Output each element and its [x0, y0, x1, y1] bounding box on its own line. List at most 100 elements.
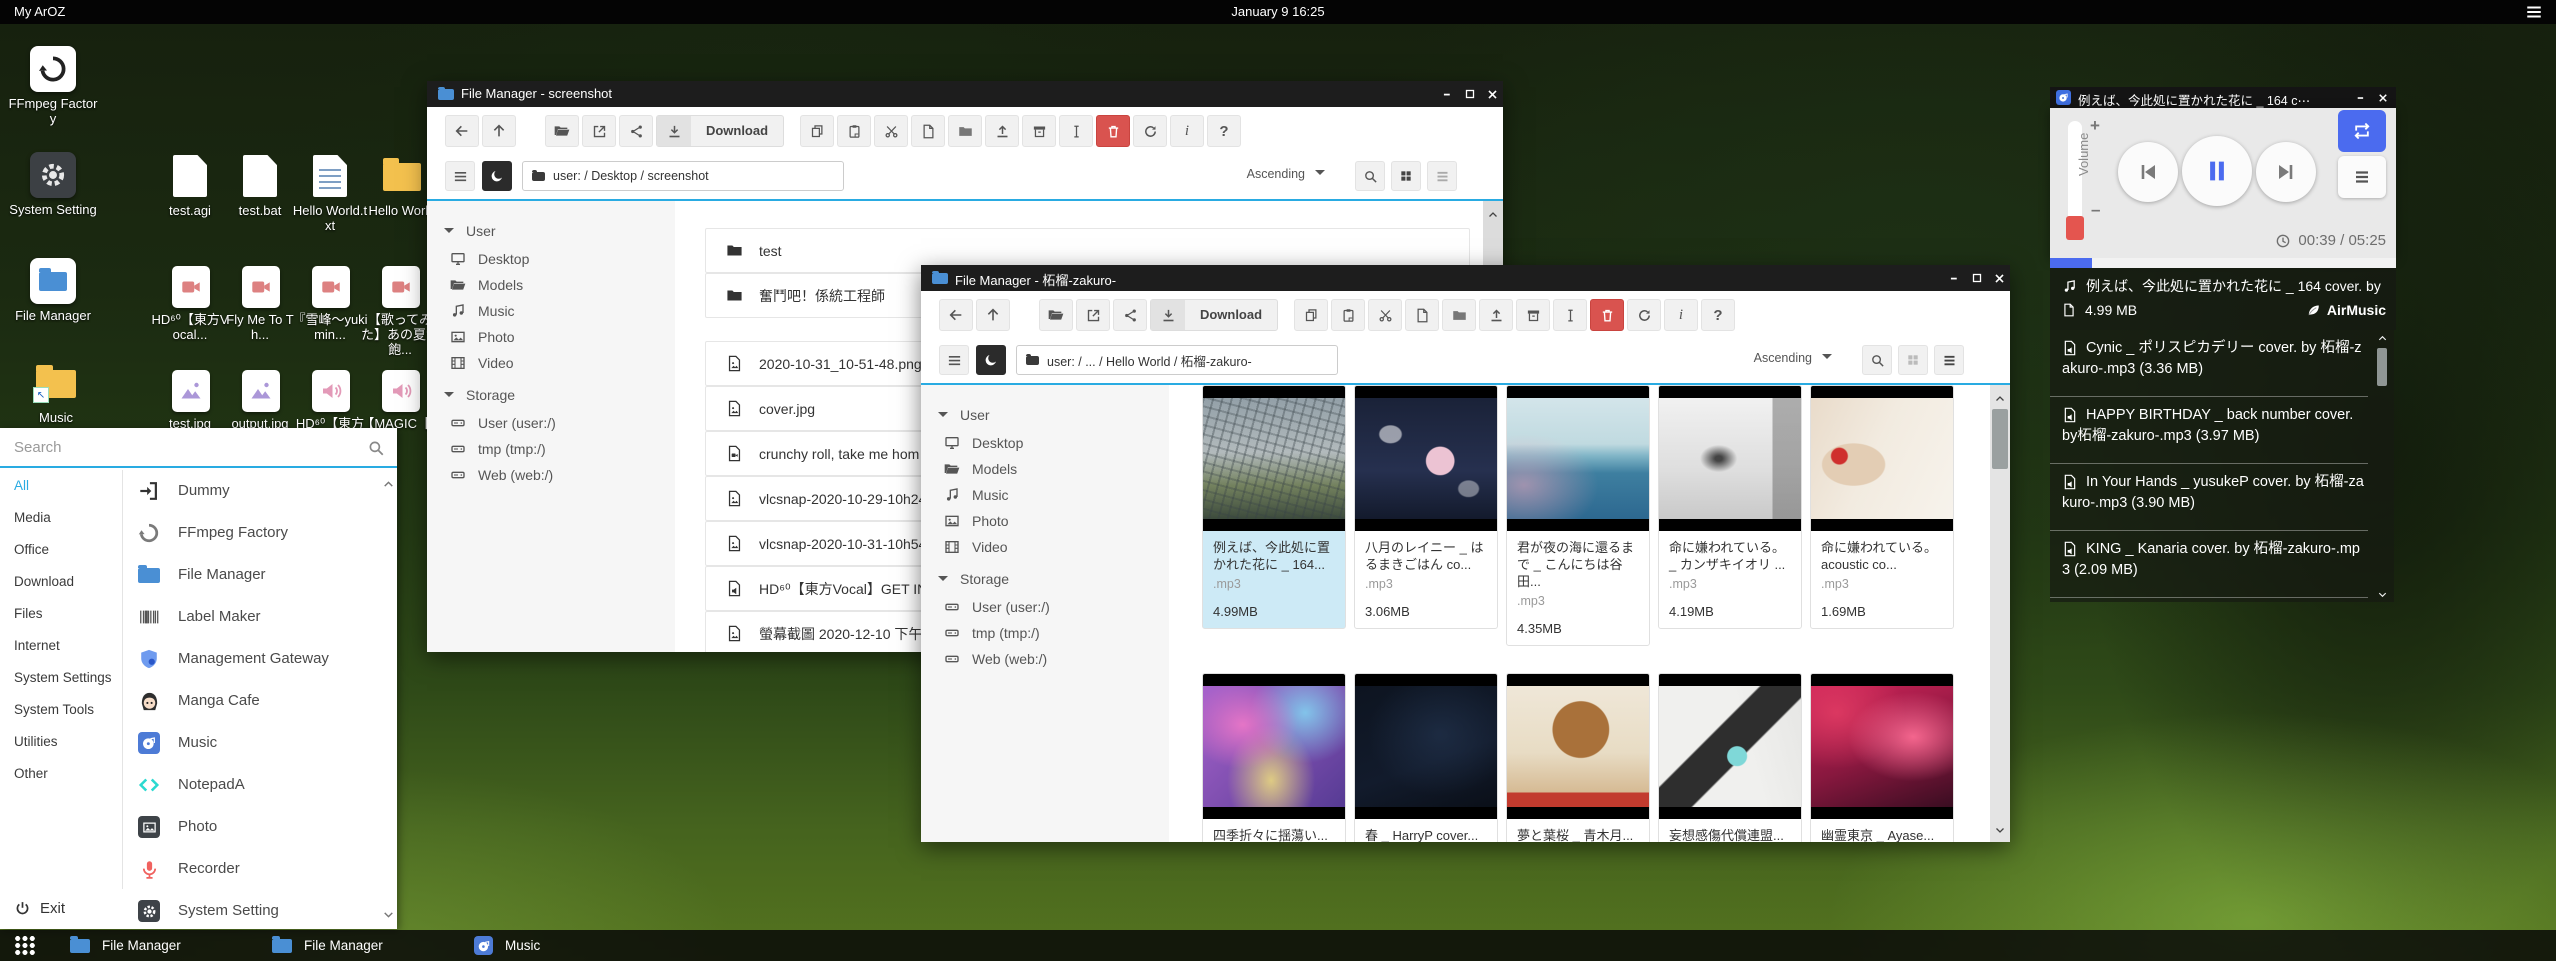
playlist-scrollbar[interactable] [2374, 332, 2390, 600]
dark-mode-toggle[interactable] [482, 161, 512, 191]
app-item-file-manager[interactable]: File Manager [123, 554, 383, 596]
category-system-tools[interactable]: System Tools [0, 694, 122, 726]
menu-scroll-down-icon[interactable] [382, 908, 395, 921]
menu-button[interactable] [445, 161, 475, 191]
share-button[interactable] [1113, 299, 1147, 331]
desktop-file-image[interactable] [172, 370, 210, 412]
repeat-button[interactable] [2338, 110, 2386, 152]
sort-dropdown[interactable]: Ascending [1247, 167, 1325, 181]
menu-scroll-up-icon[interactable] [382, 478, 395, 491]
up-button[interactable] [976, 299, 1010, 331]
info-button[interactable]: i [1664, 299, 1698, 331]
cut-button[interactable] [1368, 299, 1402, 331]
scrollbar-thumb[interactable] [1992, 409, 2008, 469]
help-button[interactable]: ? [1207, 115, 1241, 147]
new-file-button[interactable] [1405, 299, 1439, 331]
playlist-menu-button[interactable] [2338, 156, 2386, 198]
sidebar-group-user[interactable]: User [938, 407, 990, 423]
rename-button[interactable] [1059, 115, 1093, 147]
taskbar-item-file-manager-1[interactable]: File Manager [60, 930, 191, 961]
grid-view-button[interactable] [1391, 161, 1421, 191]
sidebar-item-music[interactable]: Music [450, 303, 515, 319]
category-download[interactable]: Download [0, 566, 122, 598]
back-button[interactable] [939, 299, 973, 331]
sidebar-group-storage[interactable]: Storage [444, 387, 515, 403]
copy-button[interactable] [800, 115, 834, 147]
search-button[interactable] [1862, 345, 1892, 375]
delete-button[interactable] [1096, 115, 1130, 147]
grid-view-button[interactable] [1898, 345, 1928, 375]
upload-button[interactable] [1479, 299, 1513, 331]
sidebar-item-video[interactable]: Video [450, 355, 514, 371]
file-card[interactable]: 八月のレイニー _ はるまきごはん co... .mp3 3.06MB [1354, 385, 1498, 629]
open-button[interactable] [545, 115, 579, 147]
new-folder-button[interactable] [948, 115, 982, 147]
paste-button[interactable] [837, 115, 871, 147]
app-item-manga-cafe[interactable]: Manga Cafe [123, 680, 383, 722]
desktop-folder-helloworld[interactable] [383, 163, 421, 196]
scrollbar-thumb[interactable] [2377, 348, 2387, 386]
copy-button[interactable] [1294, 299, 1328, 331]
taskbar-item-music[interactable]: Music [464, 930, 550, 961]
playlist-item[interactable]: Cynic _ ポリスピカデリー cover. by 柘榴-zakuro-.mp… [2050, 330, 2368, 397]
sidebar-group-user[interactable]: User [444, 223, 496, 239]
playlist-item[interactable]: HAPPY BIRTHDAY _ back number cover. by柘榴… [2050, 397, 2368, 464]
previous-button[interactable] [2118, 142, 2178, 202]
exit-button[interactable]: Exit [14, 900, 65, 917]
sidebar-item-web-drive[interactable]: Web (web:/) [450, 467, 553, 483]
app-item-recorder[interactable]: Recorder [123, 848, 383, 890]
minimize-button[interactable] [1944, 265, 1966, 291]
progress-bar[interactable] [2050, 258, 2396, 268]
sort-dropdown[interactable]: Ascending [1754, 351, 1832, 365]
desktop-icon-music-folder[interactable]: ↖ [36, 370, 76, 400]
minimize-button[interactable] [2350, 87, 2372, 108]
file-card[interactable]: 命に嫌われている。 _ カンザキイオリ ... .mp3 4.19MB [1658, 385, 1802, 629]
scroll-up-icon[interactable] [1990, 391, 2010, 405]
file-card[interactable]: 君が夜の海に還るまで _ こんにちは谷田... .mp3 4.35MB [1506, 385, 1650, 646]
category-files[interactable]: Files [0, 598, 122, 630]
airmusic-badge[interactable]: AirMusic [2306, 302, 2386, 318]
sidebar-item-photo[interactable]: Photo [944, 513, 1009, 529]
sidebar-item-desktop[interactable]: Desktop [450, 251, 529, 267]
scroll-up-icon[interactable] [1483, 207, 1503, 221]
sidebar-item-music[interactable]: Music [944, 487, 1009, 503]
delete-button[interactable] [1590, 299, 1624, 331]
scrollbar[interactable] [1990, 385, 2010, 842]
sidebar-item-desktop[interactable]: Desktop [944, 435, 1023, 451]
close-button[interactable] [1988, 265, 2010, 291]
rename-button[interactable] [1553, 299, 1587, 331]
download-button[interactable]: Download [656, 115, 784, 147]
close-button[interactable] [2372, 87, 2394, 108]
open-button[interactable] [1039, 299, 1073, 331]
next-button[interactable] [2256, 142, 2316, 202]
archive-button[interactable] [1516, 299, 1550, 331]
file-card[interactable]: 妄想感傷代償連盟... [1658, 673, 1802, 842]
app-item-notepada[interactable]: NotepadA [123, 764, 383, 806]
pause-button[interactable] [2182, 136, 2252, 206]
menu-button[interactable] [939, 345, 969, 375]
file-card[interactable]: 四季折々に揺蕩い... [1202, 673, 1346, 842]
download-button[interactable]: Download [1150, 299, 1278, 331]
sidebar-group-storage[interactable]: Storage [938, 571, 1009, 587]
desktop-file-audio[interactable] [382, 370, 420, 412]
open-external-button[interactable] [582, 115, 616, 147]
volume-plus[interactable]: + [2090, 116, 2100, 136]
desktop-file-video[interactable] [312, 266, 350, 308]
breadcrumb[interactable]: user: / Desktop / screenshot [522, 161, 844, 191]
list-view-button[interactable] [1427, 161, 1457, 191]
desktop-file-test-bat[interactable] [243, 155, 277, 197]
breadcrumb[interactable]: user: / ... / Hello World / 柘榴-zakuro- [1016, 345, 1338, 375]
desktop-file-audio[interactable] [312, 370, 350, 412]
desktop-icon-ffmpeg-factory[interactable] [30, 46, 76, 92]
sidebar-item-models[interactable]: Models [450, 277, 523, 293]
category-all[interactable]: All [0, 470, 122, 502]
sidebar-item-photo[interactable]: Photo [450, 329, 515, 345]
file-card-selected[interactable]: 例えば、今此処に置かれた花に _ 164... .mp3 4.99MB [1202, 385, 1346, 629]
sidebar-item-tmp-drive[interactable]: tmp (tmp:/) [450, 441, 546, 457]
upload-button[interactable] [985, 115, 1019, 147]
sidebar-item-tmp-drive[interactable]: tmp (tmp:/) [944, 625, 1040, 641]
sidebar-item-models[interactable]: Models [944, 461, 1017, 477]
app-item-music[interactable]: Music [123, 722, 383, 764]
archive-button[interactable] [1022, 115, 1056, 147]
search-input[interactable] [0, 428, 397, 468]
